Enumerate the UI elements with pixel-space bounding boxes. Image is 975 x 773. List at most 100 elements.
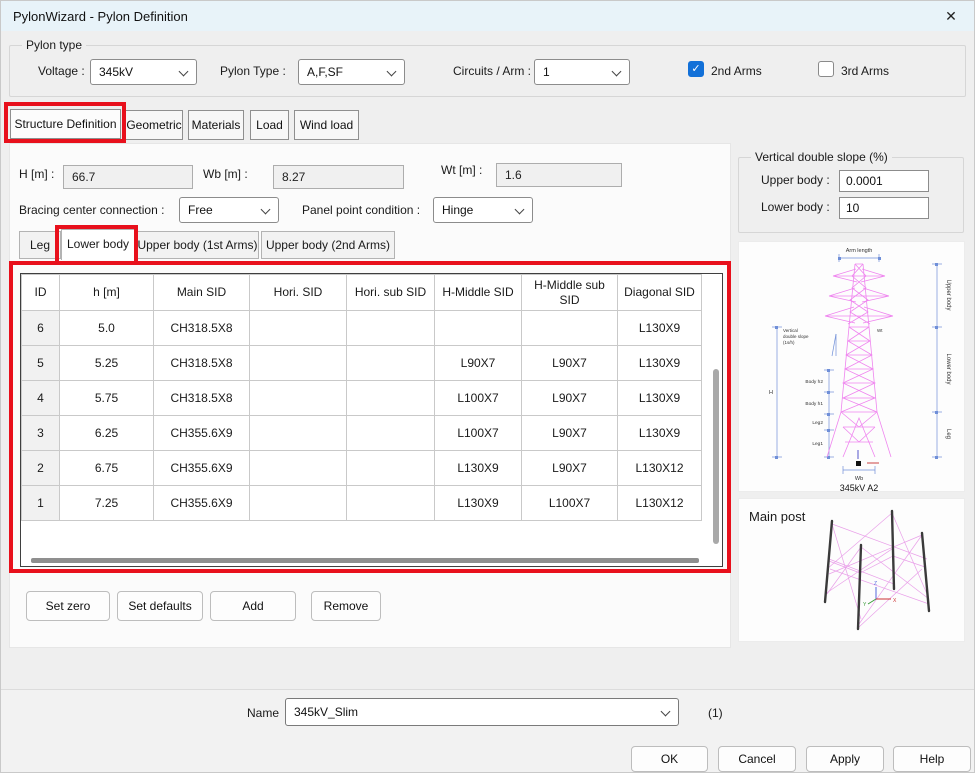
main-post-diagram: Z X Y xyxy=(739,499,966,643)
wt-field[interactable]: 1.6 xyxy=(496,163,622,187)
grid-cell[interactable]: L130X9 xyxy=(618,381,702,416)
tab-upper-body-1st[interactable]: Upper body (1st Arms) xyxy=(136,231,259,259)
ok-button[interactable]: OK xyxy=(631,746,708,772)
grid-cell[interactable]: L100X7 xyxy=(522,486,618,521)
row-header-cell[interactable]: 4 xyxy=(22,381,60,416)
section-button-structure-definition[interactable]: Structure Definition xyxy=(10,109,121,139)
grid-cell[interactable]: CH318.5X8 xyxy=(154,311,250,346)
slope-legend: Vertical double slope (%) xyxy=(751,150,892,164)
grid-cell[interactable] xyxy=(250,346,347,381)
grid-header-cell[interactable]: H-Middle sub SID xyxy=(522,275,618,311)
grid-cell[interactable] xyxy=(435,311,522,346)
grid-cell[interactable]: L90X7 xyxy=(435,346,522,381)
grid-cell[interactable]: 5.75 xyxy=(60,381,154,416)
h-field[interactable]: 66.7 xyxy=(63,165,193,189)
apply-button[interactable]: Apply xyxy=(806,746,884,772)
grid-header-row: IDh [m]Main SIDHori. SIDHori. sub SIDH-M… xyxy=(22,275,702,311)
name-combobox[interactable]: 345kV_Slim xyxy=(285,698,679,726)
grid-cell[interactable] xyxy=(347,486,435,521)
grid-cell[interactable]: 5.25 xyxy=(60,346,154,381)
add-button[interactable]: Add xyxy=(210,591,296,621)
section-button-load[interactable]: Load xyxy=(250,110,289,140)
row-header-cell[interactable]: 3 xyxy=(22,416,60,451)
grid-cell[interactable]: L100X7 xyxy=(435,416,522,451)
section-button-wind-load[interactable]: Wind load xyxy=(294,110,359,140)
grid-header-cell[interactable]: ID xyxy=(22,275,60,311)
remove-button[interactable]: Remove xyxy=(311,591,381,621)
set-zero-button[interactable]: Set zero xyxy=(26,591,110,621)
section-button-materials[interactable]: Materials xyxy=(188,110,244,140)
lower-body-field[interactable]: 10 xyxy=(839,197,929,219)
circuits-select[interactable]: 1 xyxy=(534,59,630,85)
pylon-type-legend: Pylon type xyxy=(22,38,86,52)
grid-cell[interactable] xyxy=(347,381,435,416)
chevron-down-icon xyxy=(612,67,622,77)
horizontal-scrollbar[interactable] xyxy=(31,558,699,563)
section-button-geometric[interactable]: Geometric xyxy=(125,110,183,140)
grid-cell[interactable]: 6.75 xyxy=(60,451,154,486)
chevron-down-icon xyxy=(387,67,397,77)
wb-field[interactable]: 8.27 xyxy=(273,165,404,189)
pylon-type-value: A,F,SF xyxy=(307,65,343,79)
grid-cell[interactable]: L90X7 xyxy=(522,346,618,381)
grid-cell[interactable] xyxy=(347,451,435,486)
wb-diagram-label: Wb xyxy=(855,476,863,482)
grid-header-cell[interactable]: H-Middle SID xyxy=(435,275,522,311)
voltage-select[interactable]: 345kV xyxy=(90,59,197,85)
grid-cell[interactable] xyxy=(347,311,435,346)
grid-cell[interactable]: L130X9 xyxy=(435,486,522,521)
pylon-type-select[interactable]: A,F,SF xyxy=(298,59,405,85)
grid-cell[interactable]: L130X9 xyxy=(618,311,702,346)
row-header-cell[interactable]: 2 xyxy=(22,451,60,486)
grid-cell[interactable] xyxy=(250,381,347,416)
grid-cell[interactable]: 6.25 xyxy=(60,416,154,451)
grid-cell[interactable]: L130X12 xyxy=(618,486,702,521)
vertical-scrollbar[interactable] xyxy=(713,369,719,544)
grid-cell[interactable]: L130X9 xyxy=(618,416,702,451)
row-header-cell[interactable]: 1 xyxy=(22,486,60,521)
tab-leg[interactable]: Leg xyxy=(19,231,61,259)
arms2-checkbox[interactable]: ✓ xyxy=(688,61,704,77)
grid-cell[interactable]: CH318.5X8 xyxy=(154,346,250,381)
upper-body-field[interactable]: 0.0001 xyxy=(839,170,929,192)
close-button[interactable]: ✕ xyxy=(934,1,968,31)
grid-cell[interactable]: L90X7 xyxy=(522,381,618,416)
circuits-label: Circuits / Arm : xyxy=(453,64,531,78)
cancel-button[interactable]: Cancel xyxy=(718,746,796,772)
grid-cell[interactable] xyxy=(250,451,347,486)
arms3-checkbox[interactable]: ✓ xyxy=(818,61,834,77)
grid-cell[interactable]: 5.0 xyxy=(60,311,154,346)
grid-cell[interactable]: CH318.5X8 xyxy=(154,381,250,416)
grid-header-cell[interactable]: Main SID xyxy=(154,275,250,311)
grid-cell[interactable] xyxy=(347,416,435,451)
name-count: (1) xyxy=(708,706,723,720)
grid-cell[interactable] xyxy=(250,486,347,521)
grid-cell[interactable]: L90X7 xyxy=(522,451,618,486)
set-defaults-button[interactable]: Set defaults xyxy=(117,591,203,621)
grid-cell[interactable]: CH355.6X9 xyxy=(154,416,250,451)
table-row: 65.0CH318.5X8 L130X9 xyxy=(22,311,702,346)
tab-upper-body-2nd[interactable]: Upper body (2nd Arms) xyxy=(261,231,395,259)
grid-cell[interactable]: L130X9 xyxy=(435,451,522,486)
grid-header-cell[interactable]: h [m] xyxy=(60,275,154,311)
grid-cell[interactable]: L90X7 xyxy=(522,416,618,451)
grid-header-cell[interactable]: Diagonal SID xyxy=(618,275,702,311)
grid-header-cell[interactable]: Hori. sub SID xyxy=(347,275,435,311)
grid-cell[interactable]: 7.25 xyxy=(60,486,154,521)
grid-cell[interactable]: L130X9 xyxy=(618,346,702,381)
grid-cell[interactable] xyxy=(250,311,347,346)
grid-cell[interactable]: L100X7 xyxy=(435,381,522,416)
grid-cell[interactable] xyxy=(250,416,347,451)
grid-header-cell[interactable]: Hori. SID xyxy=(250,275,347,311)
panel-point-select[interactable]: Hinge xyxy=(433,197,533,223)
row-header-cell[interactable]: 5 xyxy=(22,346,60,381)
grid-cell[interactable] xyxy=(522,311,618,346)
bracing-select[interactable]: Free xyxy=(179,197,279,223)
grid-cell[interactable] xyxy=(347,346,435,381)
help-button[interactable]: Help xyxy=(893,746,971,772)
grid-cell[interactable]: L130X12 xyxy=(618,451,702,486)
row-header-cell[interactable]: 6 xyxy=(22,311,60,346)
grid-cell[interactable]: CH355.6X9 xyxy=(154,451,250,486)
grid-cell[interactable]: CH355.6X9 xyxy=(154,486,250,521)
tab-lower-body[interactable]: Lower body xyxy=(61,229,135,260)
